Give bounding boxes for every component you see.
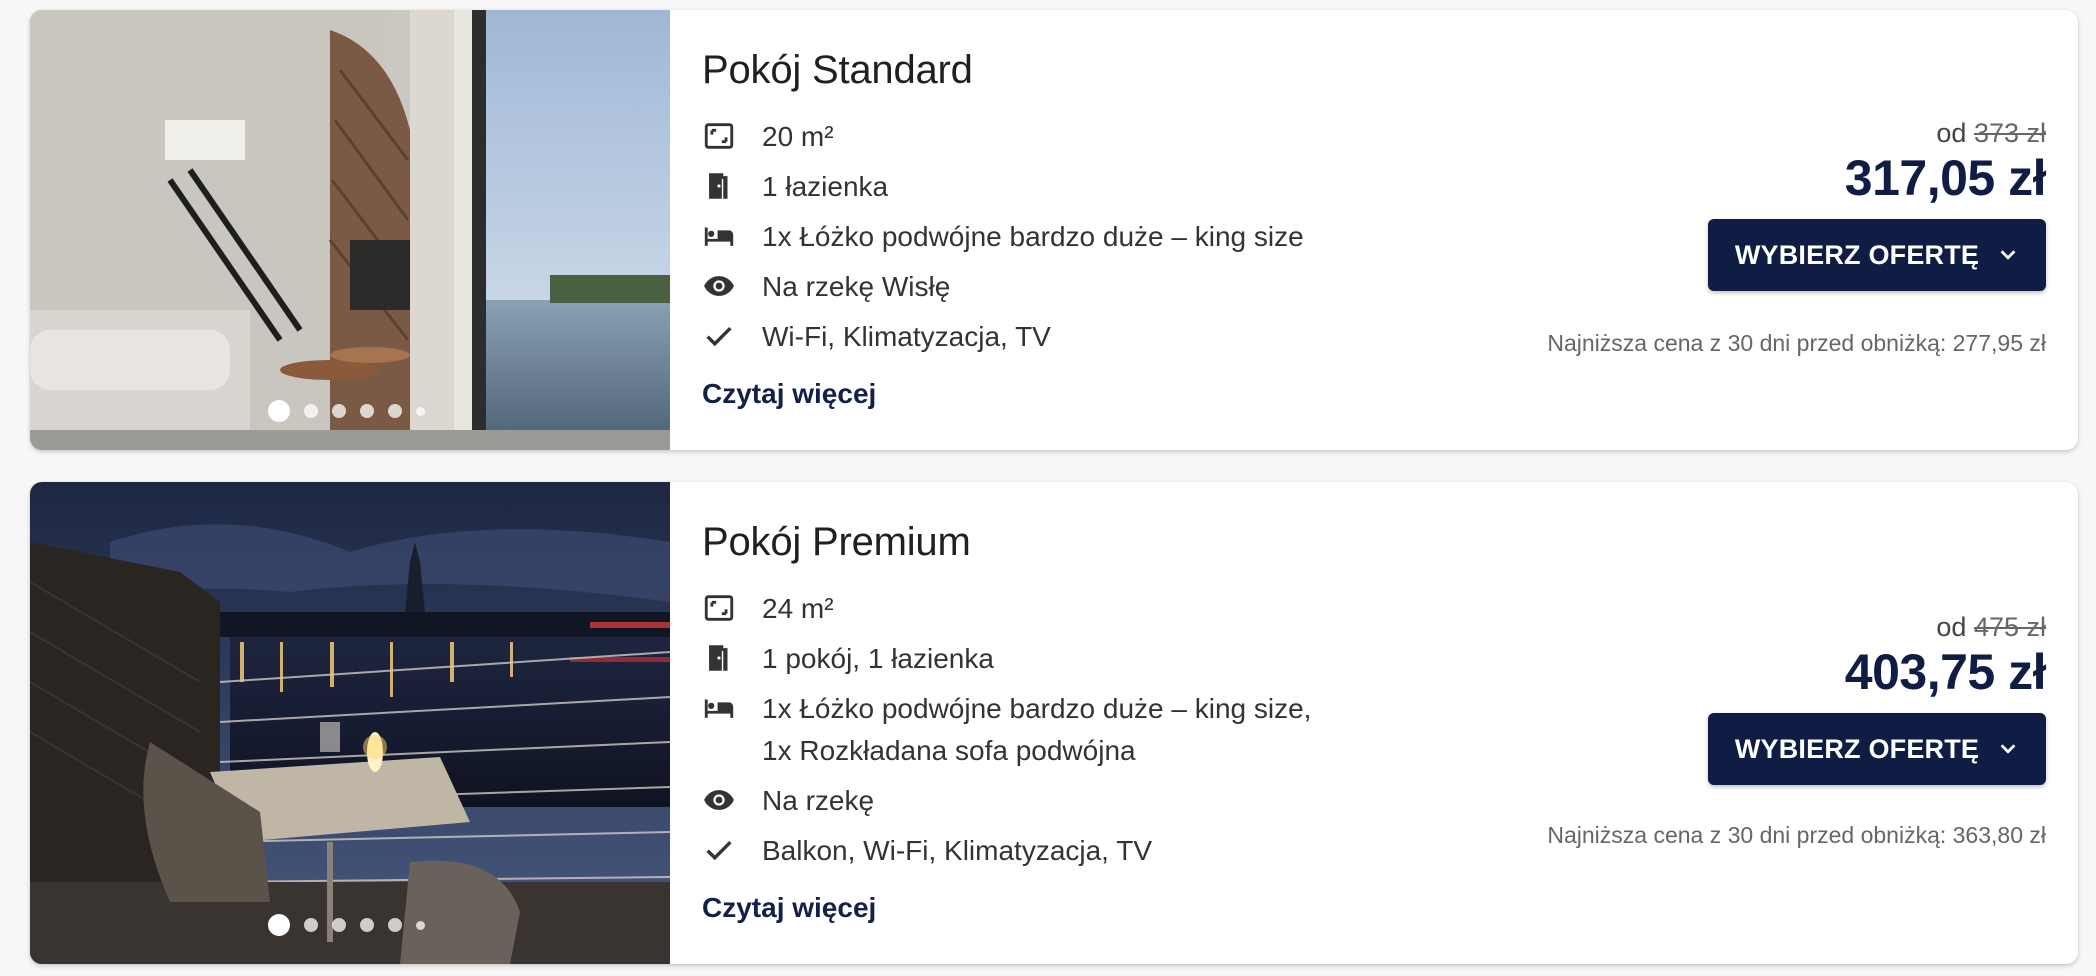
chevron-down-icon <box>2000 744 2016 754</box>
lowest-price-note: Najniższa cena z 30 dni przed obniżką: 2… <box>1547 330 2046 356</box>
feature-bathroom: 1 łazienka <box>702 166 888 208</box>
room-photo[interactable] <box>30 10 670 450</box>
carousel-dot[interactable] <box>359 918 374 932</box>
feature-amenities: Balkon, Wi-Fi, Klimatyzacja, TV <box>702 830 1152 872</box>
check-icon <box>702 320 738 352</box>
carousel-dot[interactable] <box>359 404 374 418</box>
price-block: od 475 zł 403,75 zł WYBIERZ OFERTĘ <box>1708 612 2047 785</box>
feature-rooms: 1 pokój, 1 łazienka <box>702 638 994 680</box>
balcony-night-image <box>30 482 670 964</box>
eye-icon <box>702 270 738 302</box>
carousel-dot[interactable] <box>267 400 290 422</box>
carousel-dot[interactable] <box>387 918 402 932</box>
feature-view: Na rzekę Wisłę <box>702 266 950 308</box>
door-icon <box>702 170 738 202</box>
select-offer-label: WYBIERZ OFERTĘ <box>1734 733 1980 764</box>
read-more-link[interactable]: Czytaj więcej <box>702 378 876 410</box>
feature-area: 20 m² <box>702 116 834 158</box>
old-price: 373 zł <box>1973 118 2046 148</box>
price-prefix: od <box>1936 118 1967 148</box>
feature-text: 1 pokój, 1 łazienka <box>762 643 994 674</box>
feature-text-line: 1x Rozkładana sofa podwójna <box>762 735 1136 766</box>
bed-icon <box>702 692 738 724</box>
carousel-dot[interactable] <box>415 406 425 416</box>
photo-carousel-dots <box>30 914 670 936</box>
room-title: Pokój Premium <box>702 520 971 564</box>
check-icon <box>702 834 738 866</box>
read-more-link[interactable]: Czytaj więcej <box>702 892 876 924</box>
feature-bed: 1x Łóżko podwójne bardzo duże – king siz… <box>702 216 1304 258</box>
feature-text-line: 1x Łóżko podwójne bardzo duże – king siz… <box>762 693 1312 724</box>
carousel-dot[interactable] <box>303 404 318 418</box>
current-price: 317,05 zł <box>1844 150 2047 206</box>
old-price: 475 zł <box>1973 612 2046 642</box>
current-price: 403,75 zł <box>1844 644 2047 700</box>
area-icon <box>702 120 738 152</box>
feature-amenities: Wi-Fi, Klimatyzacja, TV <box>702 316 1051 358</box>
area-icon <box>702 592 738 624</box>
carousel-dot[interactable] <box>331 918 346 932</box>
lowest-price-note: Najniższa cena z 30 dni przed obniżką: 3… <box>1547 822 2046 848</box>
room-photo[interactable] <box>30 482 670 964</box>
room-interior-image <box>30 10 670 450</box>
feature-text: Na rzekę <box>762 785 875 816</box>
feature-bed: 1x Łóżko podwójne bardzo duże – king siz… <box>702 688 1311 772</box>
feature-view: Na rzekę <box>702 780 874 822</box>
select-offer-label: WYBIERZ OFERTĘ <box>1734 239 1980 270</box>
price-from: od 475 zł <box>1708 612 2046 643</box>
select-offer-button[interactable]: WYBIERZ OFERTĘ <box>1708 219 2046 291</box>
feature-text: 1x Łóżko podwójne bardzo duże – king siz… <box>762 221 1304 252</box>
eye-icon <box>702 784 738 816</box>
feature-text: 1x Łóżko podwójne bardzo duże – king siz… <box>762 688 1311 772</box>
price-prefix: od <box>1936 612 1967 642</box>
chevron-down-icon <box>2000 250 2016 260</box>
feature-text: 20 m² <box>762 121 834 152</box>
carousel-dot[interactable] <box>303 918 318 932</box>
room-title: Pokój Standard <box>702 48 973 92</box>
feature-area: 24 m² <box>702 588 834 630</box>
carousel-dot[interactable] <box>267 914 290 936</box>
price-from: od 373 zł <box>1708 118 2046 149</box>
carousel-dot[interactable] <box>415 920 425 930</box>
bed-icon <box>702 220 738 252</box>
price-block: od 373 zł 317,05 zł WYBIERZ OFERTĘ <box>1708 118 2047 291</box>
photo-carousel-dots <box>30 400 670 422</box>
feature-text: 1 łazienka <box>762 171 889 202</box>
feature-text: Wi-Fi, Klimatyzacja, TV <box>762 321 1051 352</box>
carousel-dot[interactable] <box>331 404 346 418</box>
feature-text: 24 m² <box>762 593 834 624</box>
carousel-dot[interactable] <box>387 404 402 418</box>
door-icon <box>702 642 738 674</box>
select-offer-button[interactable]: WYBIERZ OFERTĘ <box>1708 713 2046 785</box>
feature-text: Na rzekę Wisłę <box>762 271 951 302</box>
feature-text: Balkon, Wi-Fi, Klimatyzacja, TV <box>762 835 1153 866</box>
room-card-standard: Pokój Standard 20 m² 1 łazienka 1x Łóżko… <box>30 10 2078 450</box>
room-card-premium: Pokój Premium 24 m² 1 pokój, 1 łazienka … <box>30 482 2078 964</box>
